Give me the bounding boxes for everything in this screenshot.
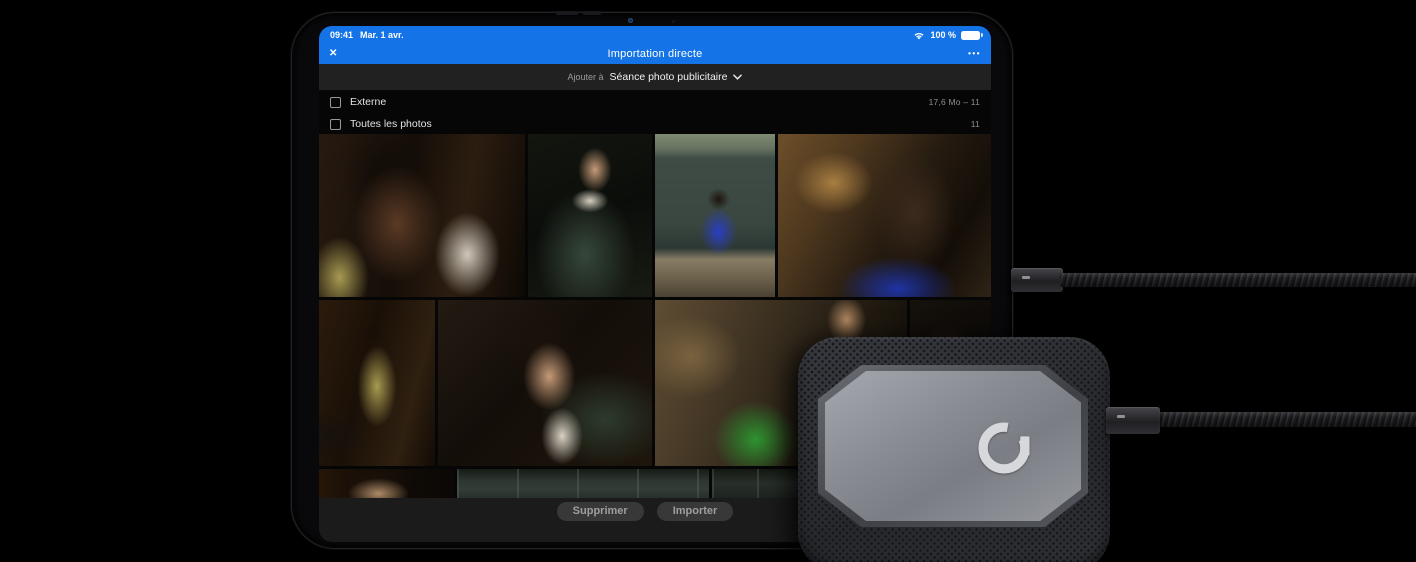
volume-button — [583, 11, 601, 15]
photo-thumbnail[interactable] — [778, 134, 991, 297]
source-label: Externe — [350, 96, 387, 108]
scene: 09:41 Mar. 1 avr. 100 % ✕ Importation di… — [0, 0, 1416, 562]
checkbox-externe[interactable] — [330, 96, 341, 108]
volume-button — [556, 11, 578, 15]
add-to-selector[interactable]: Ajouter à Séance photo publicitaire — [319, 64, 991, 90]
nav-bar: ✕ Importation directe ••• — [319, 44, 991, 64]
date: Mar. 1 avr. — [360, 30, 404, 40]
clock: 09:41 — [330, 30, 354, 40]
add-to-value: Séance photo publicitaire — [609, 71, 728, 83]
wifi-icon — [914, 32, 924, 39]
sensor-dot — [672, 20, 675, 23]
battery-icon — [961, 30, 983, 40]
braided-cable-ssd — [1156, 412, 1416, 427]
status-bar: 09:41 Mar. 1 avr. 100 % — [319, 26, 991, 44]
photo-thumbnail[interactable] — [319, 134, 525, 297]
delete-button[interactable]: Supprimer — [556, 502, 644, 521]
external-ssd-drive — [798, 337, 1110, 562]
close-button[interactable]: ✕ — [329, 49, 337, 59]
source-row-toutes-les-photos[interactable]: Toutes les photos 11 — [319, 114, 991, 134]
more-options-button[interactable]: ••• — [968, 50, 981, 58]
photo-thumbnail[interactable] — [712, 469, 807, 498]
connector-logo-mark — [1022, 276, 1030, 279]
chevron-down-icon — [733, 74, 743, 80]
photo-thumbnail[interactable] — [319, 300, 435, 466]
add-to-label: Ajouter à — [567, 72, 604, 82]
braided-cable-ipad — [1060, 273, 1416, 287]
photo-thumbnail[interactable] — [528, 134, 652, 297]
source-meta: 11 — [970, 119, 980, 129]
drive-metal-plate — [825, 371, 1081, 521]
source-label: Toutes les photos — [350, 118, 432, 130]
photo-thumbnail[interactable] — [655, 134, 775, 297]
source-row-externe[interactable]: Externe 17,6 Mo – 11 — [319, 90, 991, 114]
connector-logo-mark — [1117, 415, 1125, 418]
photo-thumbnail[interactable] — [457, 469, 709, 498]
source-meta: 17,6 Mo – 11 — [928, 97, 980, 107]
page-title: Importation directe — [607, 48, 703, 60]
photo-thumbnail[interactable] — [438, 300, 652, 466]
import-button[interactable]: Importer — [656, 502, 734, 521]
usbc-connector-ipad — [1011, 268, 1063, 292]
checkbox-toutes-les-photos[interactable] — [330, 118, 341, 130]
g-drive-logo-icon — [978, 422, 1030, 474]
usbc-connector-ssd — [1106, 407, 1160, 434]
photo-thumbnail[interactable] — [319, 469, 454, 498]
front-camera — [628, 18, 633, 23]
battery-percent: 100 % — [930, 30, 956, 40]
